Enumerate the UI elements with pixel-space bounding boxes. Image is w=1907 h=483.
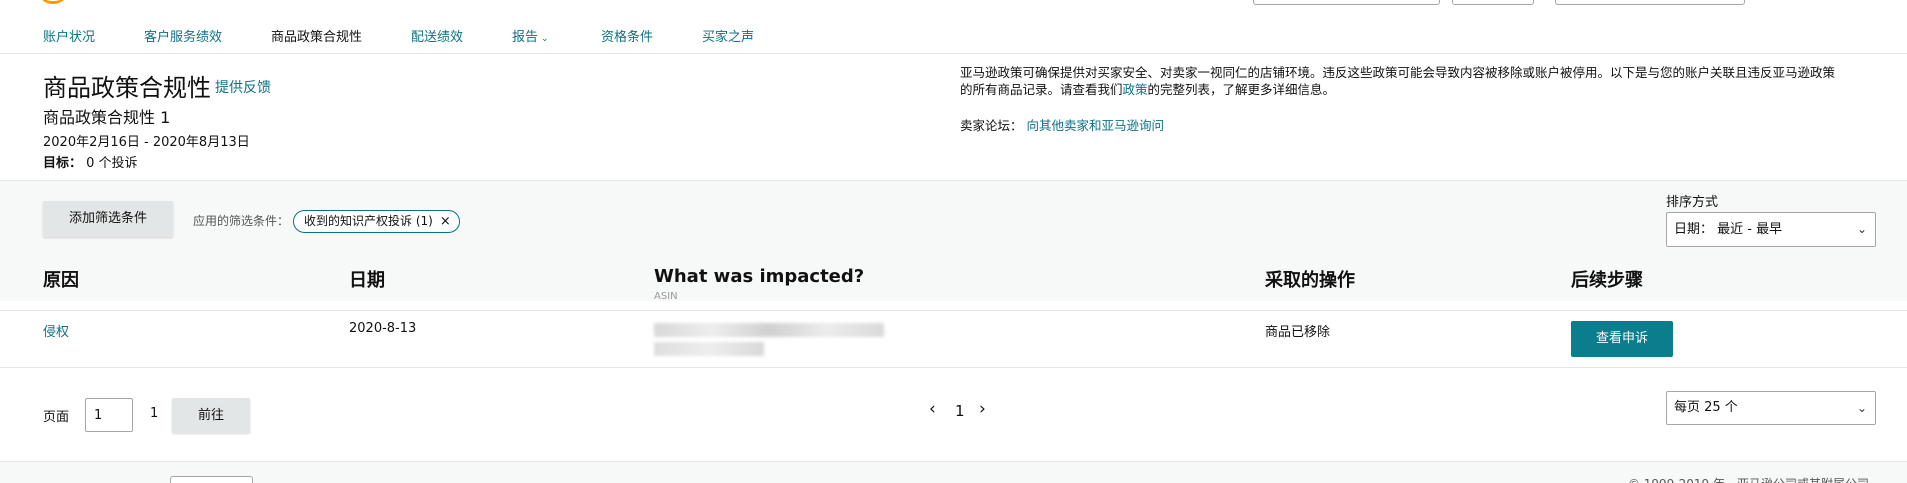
page-label: 页面 [43,410,70,425]
column-header-date: 日期 [349,270,385,291]
goal-line: 目标： 0 个投诉 [43,152,138,171]
policy-description: 亚马逊政策可确保提供对买家安全、对卖家一视同仁的店铺环境。违反这些政策可能会导致… [960,64,1874,98]
forum-link[interactable]: 向其他卖家和亚马逊询问 [1027,118,1165,133]
per-page-value: 每页 25 个 [1674,400,1738,415]
performance-nav: 账户状况 客户服务绩效 商品政策合规性 配送绩效 报告 ⌄ 资格条件 买家之声 [0,8,1907,54]
nav-tab-reports-label: 报告 [512,30,539,45]
page-number-input[interactable] [85,398,133,432]
chevron-left-icon[interactable]: ‹ [929,399,936,419]
amazon-logo-icon [38,0,68,4]
nav-tab-shipping[interactable]: 配送绩效 [411,26,463,45]
page-subtitle: 商品政策合规性 1 [43,108,171,127]
row-date: 2020-8-13 [349,321,417,336]
chevron-down-icon: ⌄ [1856,222,1867,236]
filter-chip-label: 收到的知识产权投诉 (1) [304,214,433,228]
footer: © 1999-2019 年，亚马逊公司或其附属公司 [0,461,1907,483]
policy-link[interactable]: 政策 [1123,82,1148,97]
column-header-next-steps: 后续步骤 [1571,270,1643,291]
current-page[interactable]: 1 [955,402,965,420]
sort-selected-value: 日期： 最近 - 最早 [1674,222,1783,237]
header-search-field[interactable] [1253,0,1440,5]
redacted-asin [654,323,884,337]
goal-value: 0 个投诉 [86,156,138,171]
date-range: 2020年2月16日 - 2020年8月13日 [43,135,250,150]
feedback-link[interactable]: 提供反馈 [215,77,271,97]
applied-filters-label: 应用的筛选条件： [193,214,290,228]
column-header-impacted: What was impacted? [654,266,865,287]
nav-tab-eligibility[interactable]: 资格条件 [601,26,653,45]
redacted-asin-line2 [654,342,764,356]
per-page-select[interactable]: 每页 25 个 ⌄ [1666,391,1876,425]
sort-label: 排序方式 [1666,195,1719,210]
go-button[interactable]: 前往 [172,398,250,433]
column-subheader-asin: ASIN [654,291,678,302]
description-line2-prefix: 的所有商品记录。请查看我们 [960,82,1123,97]
filter-chip[interactable]: 收到的知识产权投诉 (1) × [293,210,460,233]
top-header-remnant [0,0,1907,6]
nav-tab-account-health[interactable]: 账户状况 [43,26,95,45]
copyright-text: © 1999-2019 年，亚马逊公司或其附属公司 [1628,475,1869,483]
page-total: 1 [150,406,159,421]
description-line1: 亚马逊政策可确保提供对买家安全、对卖家一视同仁的店铺环境。违反这些政策可能会导致… [960,65,1836,80]
nav-tab-customer-service[interactable]: 客户服务绩效 [144,26,222,45]
view-appeal-button[interactable]: 查看申诉 [1571,321,1673,357]
description-line2-suffix: 的完整列表，了解更多详细信息。 [1147,82,1336,97]
sort-select[interactable]: 日期： 最近 - 最早 ⌄ [1666,212,1876,247]
header-search-box[interactable] [1555,0,1745,5]
page-title: 商品政策合规性 [43,74,211,102]
seller-forum: 卖家论坛： 向其他卖家和亚马逊询问 [960,115,1164,134]
header-select[interactable] [1452,0,1534,5]
goal-label: 目标： [43,156,83,171]
column-header-action: 采取的操作 [1265,270,1355,291]
chevron-right-icon[interactable]: › [979,399,986,419]
chevron-down-icon: ⌄ [541,34,549,44]
column-header-reason: 原因 [43,270,79,291]
chevron-down-icon: ⌄ [1856,401,1867,415]
language-select[interactable] [170,476,253,483]
nav-tab-product-policy[interactable]: 商品政策合规性 [271,26,362,45]
add-filter-button[interactable]: 添加筛选条件 [43,201,173,237]
row-action: 商品已移除 [1265,325,1331,340]
close-icon[interactable]: × [440,211,451,232]
nav-tab-voice-of-customer[interactable]: 买家之声 [702,26,754,45]
nav-tab-reports[interactable]: 报告 ⌄ [512,26,549,45]
reason-link[interactable]: 侵权 [43,321,69,340]
forum-label: 卖家论坛： [960,118,1023,133]
